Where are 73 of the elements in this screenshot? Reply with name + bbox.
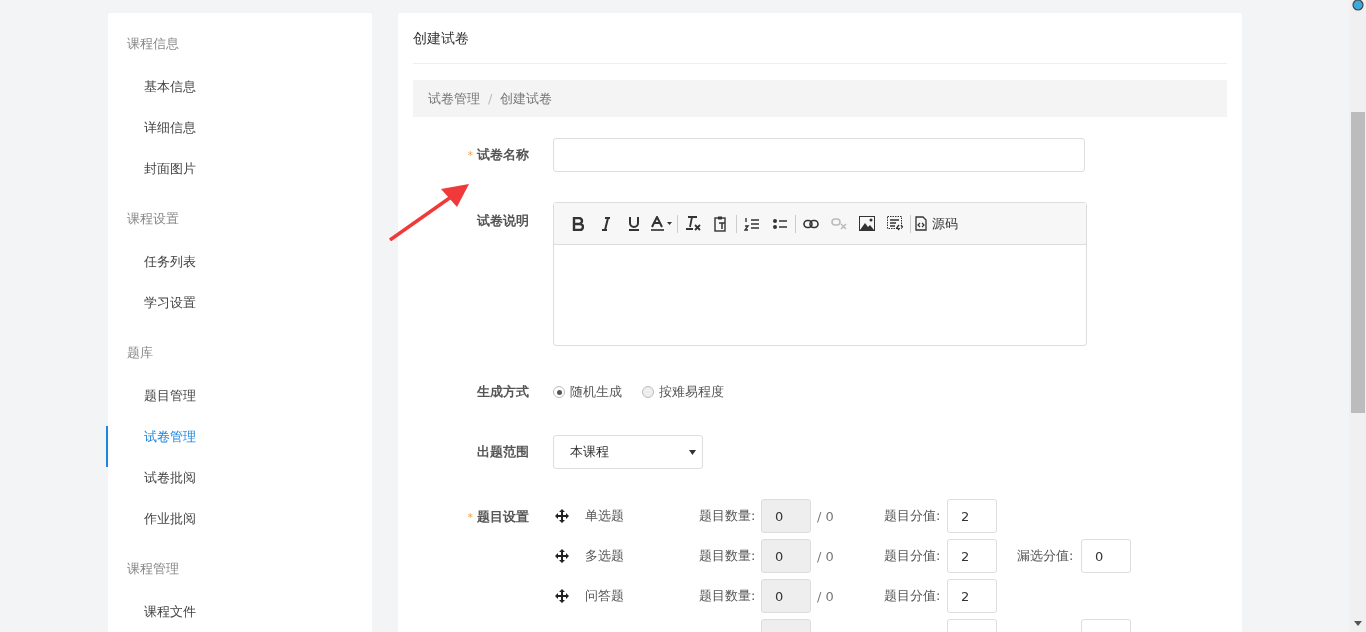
sidebar-item[interactable]: 学习设置 xyxy=(106,292,372,333)
missed-score-label: 漏选分值: xyxy=(1017,547,1075,565)
missed-score-field[interactable]: 0 xyxy=(1081,539,1131,573)
sidebar-item[interactable]: 试卷管理 xyxy=(106,426,372,467)
sidebar-item[interactable]: 任务列表 xyxy=(106,251,372,292)
total-count: / 0 xyxy=(816,588,835,604)
move-icon[interactable] xyxy=(555,549,569,563)
radio-option[interactable]: 随机生成 xyxy=(553,383,622,401)
score-label: 题目分值: xyxy=(884,507,942,525)
question-type-label: 问答题 xyxy=(585,587,625,605)
field-label: 生成方式 xyxy=(477,383,529,401)
source-code-button[interactable]: 源码 xyxy=(912,211,961,236)
scrollbar-thumb[interactable] xyxy=(1351,112,1365,413)
radio-label: 随机生成 xyxy=(570,383,622,401)
breadcrumb-item: 创建试卷 xyxy=(500,89,553,108)
pin-icon xyxy=(1352,0,1364,11)
count-field: 0 xyxy=(761,499,811,533)
count-label: 题目数量: xyxy=(699,587,757,605)
move-icon[interactable] xyxy=(555,509,569,523)
scroll-down-icon[interactable] xyxy=(1354,621,1362,626)
score-label: 题目分值: xyxy=(884,587,942,605)
caret-icon xyxy=(689,450,696,455)
bullet-list-button[interactable] xyxy=(772,216,788,231)
question-type-label: 多选题 xyxy=(585,547,625,565)
score-label: 题目分值: xyxy=(884,547,942,565)
score-field[interactable]: 2 xyxy=(947,579,997,613)
sidebar-item[interactable]: 试卷批阅 xyxy=(106,467,372,508)
total-count: / 0 xyxy=(816,508,835,524)
input-field[interactable] xyxy=(553,138,1085,172)
link-button[interactable] xyxy=(803,218,819,229)
field-label: 题目设置 xyxy=(477,508,529,526)
question-type-label: 单选题 xyxy=(585,507,625,525)
sidebar-group-title: 课程信息 xyxy=(126,35,180,53)
scope-dropdown[interactable]: 本课程 xyxy=(553,435,703,469)
sidebar-group-title: 题库 xyxy=(126,344,154,362)
sidebar-group-title: 课程管理 xyxy=(126,560,180,578)
radio-button-icon[interactable] xyxy=(642,386,654,398)
sidebar-group-title: 课程设置 xyxy=(126,210,180,228)
score-field[interactable]: 2 xyxy=(947,539,997,573)
sidebar-item[interactable]: 详细信息 xyxy=(106,117,372,158)
clear-format-button[interactable] xyxy=(685,216,701,231)
score-field[interactable]: 2 xyxy=(947,499,997,533)
template-button[interactable] xyxy=(887,216,903,231)
numbered-list-button[interactable] xyxy=(744,216,760,231)
italic-button[interactable] xyxy=(601,216,611,231)
sidebar-item[interactable]: 作业批阅 xyxy=(106,508,372,549)
sidebar-item[interactable]: 基本信息 xyxy=(106,76,372,117)
breadcrumb-item[interactable]: 试卷管理 xyxy=(428,89,480,108)
bold-button[interactable] xyxy=(572,216,584,231)
radio-button-icon[interactable] xyxy=(553,386,565,398)
paste-text-button[interactable] xyxy=(714,215,728,232)
count-field: 0 xyxy=(761,539,811,573)
move-icon[interactable] xyxy=(555,589,569,603)
required-mark: * xyxy=(467,148,473,162)
sidebar-item[interactable]: 课程文件 xyxy=(106,601,372,632)
count-label: 题目数量: xyxy=(699,507,757,525)
sidebar-item[interactable]: 封面图片 xyxy=(106,158,372,199)
count-label: 题目数量: xyxy=(699,547,757,565)
field-label: 试卷说明 xyxy=(477,212,529,230)
field-label: 出题范围 xyxy=(477,443,529,461)
radio-label: 按难易程度 xyxy=(659,383,724,401)
radio-option[interactable]: 按难易程度 xyxy=(642,383,724,401)
field-label: 试卷名称 xyxy=(477,146,529,164)
sidebar-item[interactable]: 题目管理 xyxy=(106,385,372,426)
count-field: 0 xyxy=(761,579,811,613)
breadcrumb-separator: / xyxy=(488,91,493,106)
font-color-button[interactable] xyxy=(651,216,673,231)
underline-button[interactable] xyxy=(628,216,640,231)
page-title: 创建试卷 xyxy=(413,13,1227,64)
image-icon[interactable] xyxy=(859,216,875,231)
file-code-icon xyxy=(915,216,927,231)
required-mark: * xyxy=(467,510,473,524)
total-count: / 0 xyxy=(816,548,835,564)
